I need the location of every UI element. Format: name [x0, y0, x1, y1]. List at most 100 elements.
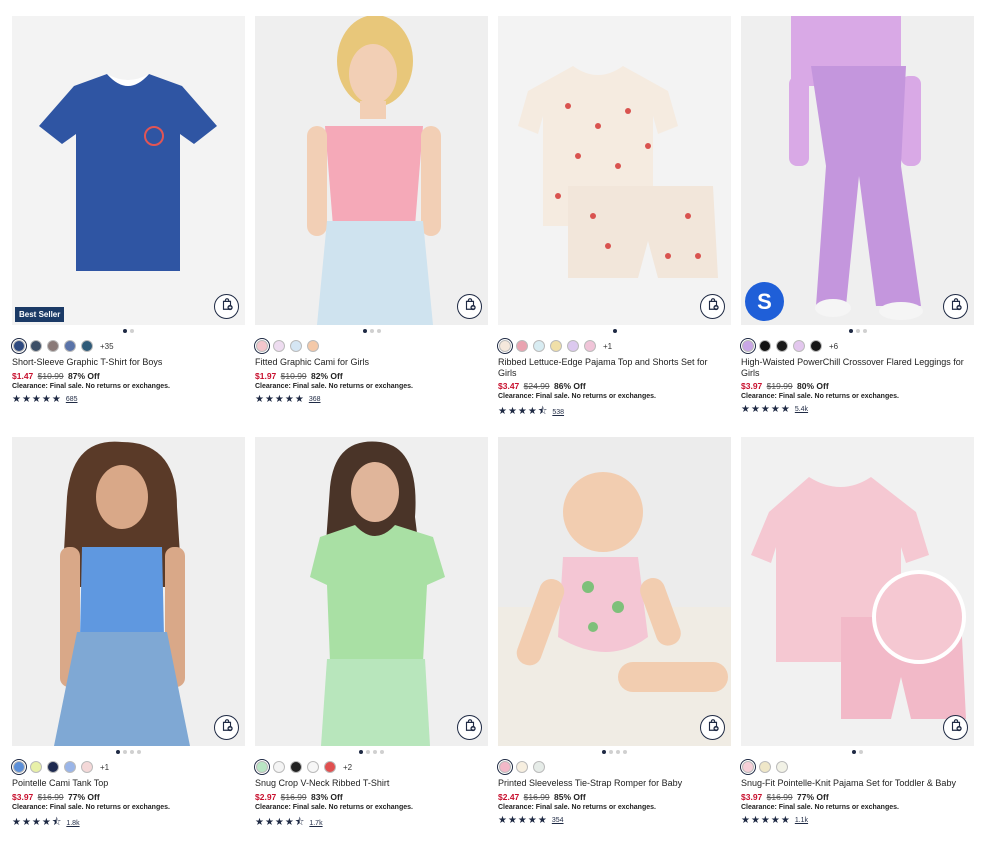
product-title[interactable]: Ribbed Lettuce-Edge Pajama Top and Short… — [498, 357, 731, 378]
carousel-dot[interactable] — [116, 750, 120, 754]
color-swatch[interactable] — [273, 340, 285, 352]
color-swatch[interactable] — [307, 761, 319, 773]
carousel-dot[interactable] — [609, 750, 613, 754]
carousel-dot[interactable] — [859, 750, 863, 754]
product-card[interactable]: S +6 High-Waisted PowerChill Crossover F… — [740, 16, 974, 437]
product-image[interactable]: Best Seller — [12, 16, 245, 325]
more-colors-link[interactable]: +35 — [100, 342, 114, 351]
carousel-dot[interactable] — [366, 750, 370, 754]
review-count-link[interactable]: 354 — [552, 817, 564, 824]
product-title[interactable]: Snug Crop V-Neck Ribbed T-Shirt — [255, 778, 488, 789]
add-to-bag-button[interactable] — [457, 715, 482, 740]
carousel-dot[interactable] — [123, 329, 127, 333]
add-to-bag-button[interactable] — [214, 715, 239, 740]
product-card[interactable]: +1 Pointelle Cami Tank Top $3.97 $16.99 … — [11, 437, 245, 845]
product-card[interactable]: +2 Snug Crop V-Neck Ribbed T-Shirt $2.97… — [254, 437, 488, 845]
review-count-link[interactable]: 5.4k — [795, 406, 808, 413]
color-swatch[interactable] — [47, 761, 59, 773]
carousel-dot[interactable] — [373, 750, 377, 754]
carousel-dot[interactable] — [359, 750, 363, 754]
color-swatch[interactable] — [64, 340, 76, 352]
color-swatch[interactable] — [810, 340, 822, 352]
color-swatch[interactable] — [64, 761, 76, 773]
color-swatch[interactable] — [567, 340, 579, 352]
review-count-link[interactable]: 538 — [552, 409, 564, 416]
review-count-link[interactable]: 685 — [66, 396, 78, 403]
product-title[interactable]: Short-Sleeve Graphic T-Shirt for Boys — [12, 357, 245, 368]
color-swatch[interactable] — [290, 761, 302, 773]
product-image[interactable] — [498, 16, 731, 325]
product-card[interactable]: Printed Sleeveless Tie-Strap Romper for … — [497, 437, 731, 845]
color-swatch[interactable] — [254, 759, 270, 775]
color-swatch[interactable] — [740, 759, 756, 775]
color-swatch[interactable] — [273, 761, 285, 773]
product-image[interactable] — [741, 437, 974, 746]
color-swatch[interactable] — [307, 340, 319, 352]
add-to-bag-button[interactable] — [700, 715, 725, 740]
carousel-dot[interactable] — [616, 750, 620, 754]
product-card[interactable]: Snug-Fit Pointelle-Knit Pajama Set for T… — [740, 437, 974, 845]
carousel-dot[interactable] — [862, 329, 867, 333]
carousel-dot[interactable] — [848, 329, 853, 333]
product-image[interactable] — [255, 16, 488, 325]
color-swatch[interactable] — [11, 759, 27, 775]
product-title[interactable]: High-Waisted PowerChill Crossover Flared… — [741, 357, 974, 378]
color-swatch[interactable] — [30, 340, 42, 352]
carousel-dot[interactable] — [380, 750, 384, 754]
color-swatch[interactable] — [776, 761, 788, 773]
color-swatch[interactable] — [497, 759, 513, 775]
carousel-dot[interactable] — [130, 750, 134, 754]
color-swatch[interactable] — [516, 340, 528, 352]
add-to-bag-button[interactable] — [943, 294, 968, 319]
color-swatch[interactable] — [533, 340, 545, 352]
color-swatch[interactable] — [740, 338, 756, 354]
product-image[interactable]: S — [741, 16, 974, 325]
carousel-dot[interactable] — [362, 329, 367, 333]
product-title[interactable]: Printed Sleeveless Tie-Strap Romper for … — [498, 778, 731, 789]
product-title[interactable]: Snug-Fit Pointelle-Knit Pajama Set for T… — [741, 778, 974, 789]
more-colors-link[interactable]: +1 — [603, 342, 612, 351]
product-card[interactable]: Fitted Graphic Cami for Girls $1.97 $10.… — [254, 16, 488, 437]
product-title[interactable]: Fitted Graphic Cami for Girls — [255, 357, 488, 368]
add-to-bag-button[interactable] — [943, 715, 968, 740]
carousel-dot[interactable] — [369, 329, 374, 333]
color-swatch[interactable] — [584, 340, 596, 352]
product-card[interactable]: Best Seller +35 Short-Sleeve Graphic T-S… — [11, 16, 245, 437]
color-swatch[interactable] — [759, 761, 771, 773]
more-colors-link[interactable]: +2 — [343, 763, 352, 772]
product-card[interactable]: +1 Ribbed Lettuce-Edge Pajama Top and Sh… — [497, 16, 731, 437]
more-colors-link[interactable]: +1 — [100, 763, 109, 772]
carousel-dot[interactable] — [852, 750, 856, 754]
color-swatch[interactable] — [30, 761, 42, 773]
review-count-link[interactable]: 1.8k — [66, 820, 79, 827]
color-swatch[interactable] — [516, 761, 528, 773]
review-count-link[interactable]: 368 — [309, 396, 321, 403]
color-swatch[interactable] — [47, 340, 59, 352]
add-to-bag-button[interactable] — [457, 294, 482, 319]
carousel-dot[interactable] — [855, 329, 860, 333]
add-to-bag-button[interactable] — [700, 294, 725, 319]
color-swatch[interactable] — [290, 340, 302, 352]
color-swatch[interactable] — [254, 338, 270, 354]
color-swatch[interactable] — [324, 761, 336, 773]
review-count-link[interactable]: 1.7k — [309, 820, 322, 827]
color-swatch[interactable] — [81, 340, 93, 352]
carousel-dot[interactable] — [612, 329, 617, 333]
color-swatch[interactable] — [11, 338, 27, 354]
color-swatch[interactable] — [533, 761, 545, 773]
carousel-dot[interactable] — [123, 750, 127, 754]
color-swatch[interactable] — [497, 338, 513, 354]
carousel-dot[interactable] — [137, 750, 141, 754]
product-image[interactable] — [12, 437, 245, 746]
carousel-dot[interactable] — [602, 750, 606, 754]
color-swatch[interactable] — [793, 340, 805, 352]
product-image[interactable] — [498, 437, 731, 746]
product-image[interactable] — [255, 437, 488, 746]
more-colors-link[interactable]: +6 — [829, 342, 838, 351]
carousel-dot[interactable] — [376, 329, 381, 333]
add-to-bag-button[interactable] — [214, 294, 239, 319]
color-swatch[interactable] — [759, 340, 771, 352]
color-swatch[interactable] — [776, 340, 788, 352]
carousel-dot[interactable] — [130, 329, 134, 333]
product-title[interactable]: Pointelle Cami Tank Top — [12, 778, 245, 789]
